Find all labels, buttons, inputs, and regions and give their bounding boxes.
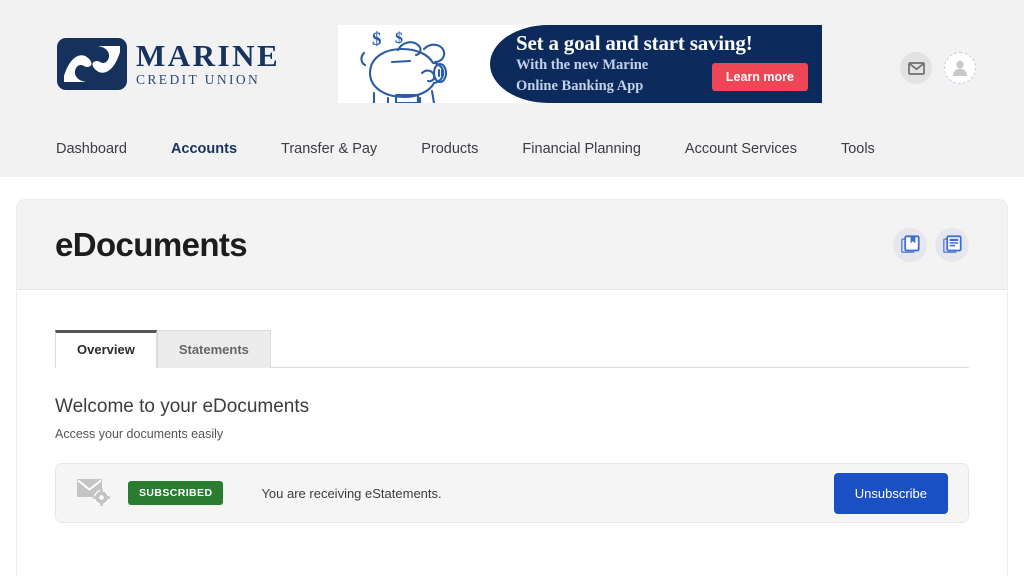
subscription-status-text: You are receiving eStatements.	[261, 485, 442, 501]
documents-bookmark-icon	[900, 235, 920, 253]
profile-button[interactable]	[944, 52, 976, 84]
promo-learn-more-button[interactable]: Learn more	[711, 63, 808, 91]
nav-item-account-services[interactable]: Account Services	[663, 141, 819, 157]
tab-statements[interactable]: Statements	[156, 330, 271, 368]
nav-item-accounts[interactable]: Accounts	[149, 141, 259, 157]
status-badge: SUBSCRIBED	[128, 481, 224, 505]
promo-text-panel: Set a goal and start saving! With the ne…	[490, 25, 822, 103]
subscription-panel: SUBSCRIBED You are receiving eStatements…	[55, 463, 969, 523]
welcome-subtitle: Access your documents easily	[55, 427, 224, 441]
nav-item-products[interactable]: Products	[399, 141, 500, 157]
edocuments-card: eDocuments Overview Statements Welcome t…	[16, 199, 1008, 576]
nav-item-dashboard[interactable]: Dashboard	[56, 141, 149, 157]
brand-logo[interactable]: MARINE CREDIT UNION	[56, 36, 280, 92]
promo-illustration: $ $	[338, 25, 490, 103]
card-header: eDocuments	[17, 200, 1007, 290]
all-documents-button[interactable]	[935, 227, 969, 262]
messages-button[interactable]	[900, 52, 932, 84]
page-content: eDocuments Overview Statements Welcome t…	[0, 177, 1024, 576]
welcome-title: Welcome to your eDocuments	[55, 396, 310, 417]
documents-lines-icon	[942, 235, 962, 253]
site-header: MARINE CREDIT UNION $ $ Set a goal and s…	[0, 0, 1024, 177]
mail-icon	[907, 61, 925, 75]
page-title: eDocuments	[55, 225, 248, 263]
nav-item-transfer-pay[interactable]: Transfer & Pay	[259, 141, 399, 157]
nav-item-tools[interactable]: Tools	[819, 141, 897, 157]
main-navigation: Dashboard Accounts Transfer & Pay Produc…	[0, 121, 1024, 177]
promo-headline: Set a goal and start saving!	[516, 31, 753, 56]
svg-text:$: $	[372, 29, 382, 50]
nav-item-financial-planning[interactable]: Financial Planning	[500, 141, 663, 157]
edocuments-tabs: Overview Statements	[55, 330, 969, 368]
brand-wordmark: MARINE CREDIT UNION	[136, 40, 280, 88]
brand-tagline: CREDIT UNION	[136, 72, 261, 88]
promo-banner[interactable]: $ $ Set a goal and start saving! With th…	[338, 25, 822, 103]
tab-overview[interactable]: Overview	[55, 330, 157, 368]
marine-wave-logo-icon	[57, 38, 127, 90]
user-avatar-icon	[952, 60, 968, 76]
svg-text:$: $	[395, 30, 403, 47]
unsubscribe-button[interactable]: Unsubscribe	[833, 472, 948, 514]
mail-settings-icon	[76, 476, 112, 511]
saved-documents-button[interactable]	[893, 227, 927, 262]
card-body: Overview Statements Welcome to your eDoc…	[17, 290, 1007, 523]
brand-name: MARINE	[136, 37, 281, 73]
piggy-bank-icon: $ $	[360, 29, 448, 103]
header-actions	[900, 52, 976, 84]
card-header-actions	[893, 227, 969, 262]
